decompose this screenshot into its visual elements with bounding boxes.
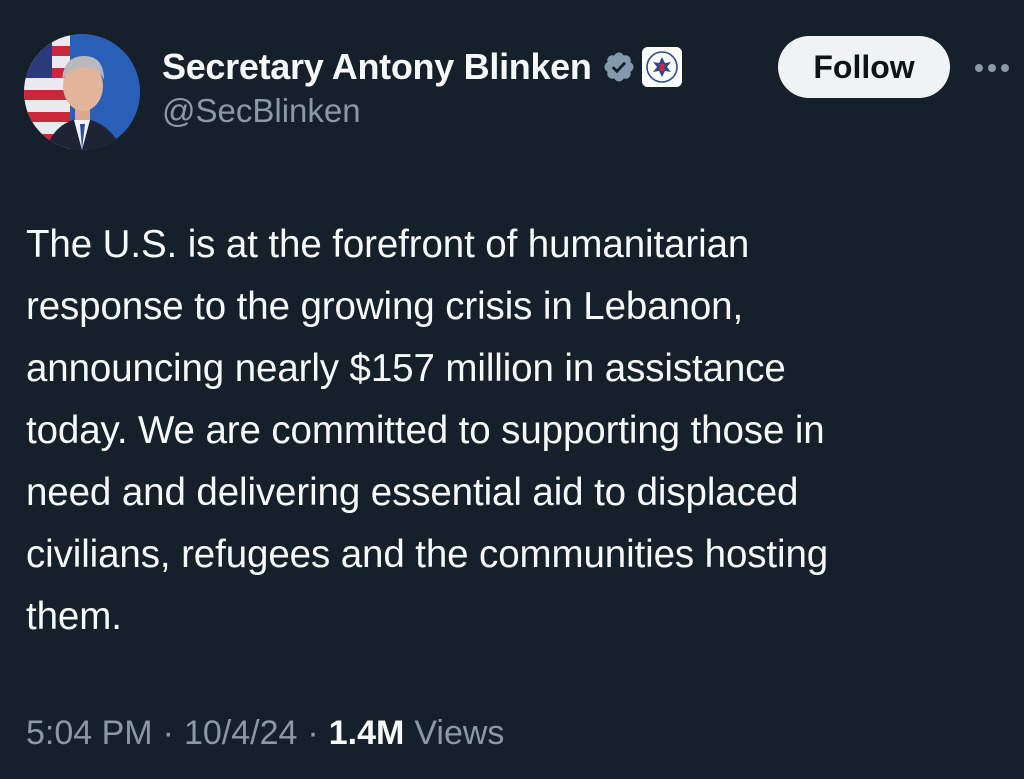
tweet-time[interactable]: 5:04 PM bbox=[26, 714, 153, 753]
meta-separator: · bbox=[307, 714, 319, 752]
author-info: Secretary Antony Blinken @SecBlinken bbox=[162, 42, 682, 130]
tweet-text: The U.S. is at the forefront of humanita… bbox=[26, 223, 829, 638]
avatar-image bbox=[24, 34, 140, 150]
views-count: 1.4M bbox=[328, 714, 405, 752]
author-display-name[interactable]: Secretary Antony Blinken bbox=[162, 46, 592, 88]
more-options-button[interactable] bbox=[972, 52, 1012, 84]
follow-button[interactable]: Follow bbox=[778, 36, 950, 98]
name-row: Secretary Antony Blinken bbox=[162, 42, 682, 92]
views-label: Views bbox=[414, 714, 505, 752]
more-horizontal-icon bbox=[975, 64, 1009, 72]
author-handle[interactable]: @SecBlinken bbox=[162, 92, 682, 130]
tweet-meta: 5:04 PM · 10/4/24 · 1.4M Views bbox=[26, 714, 504, 753]
tweet-date[interactable]: 10/4/24 bbox=[184, 714, 297, 753]
avatar[interactable] bbox=[24, 34, 140, 150]
state-department-seal-icon[interactable] bbox=[641, 47, 682, 87]
verified-badge-icon[interactable] bbox=[602, 50, 636, 84]
tweet-header: Secretary Antony Blinken @SecBlinken Fol… bbox=[24, 32, 1010, 152]
meta-separator: · bbox=[162, 714, 174, 752]
